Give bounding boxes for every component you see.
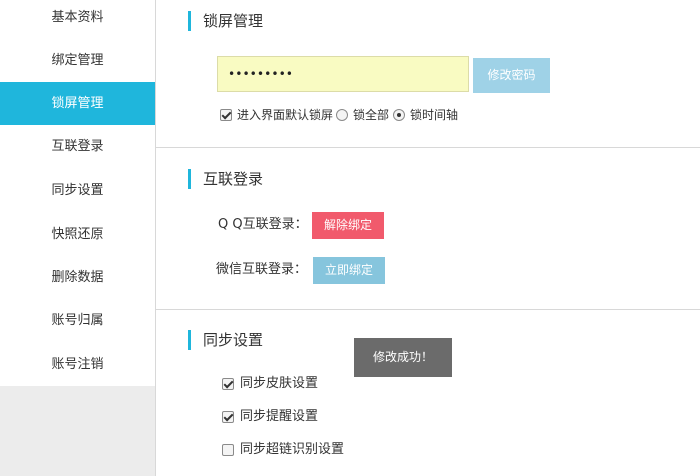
lock-password-input[interactable] <box>217 56 469 92</box>
qq-login-label: Q Q互联登录： <box>218 217 308 232</box>
sync-skin-option[interactable]: 同步皮肤设置 <box>222 375 318 393</box>
sidebar-list: 基本资料 绑定管理 锁屏管理 互联登录 同步设置 快照还原 删除数据 账号归属 … <box>0 0 155 386</box>
change-password-button[interactable]: 修改密码 <box>473 58 550 93</box>
lock-all-radio[interactable] <box>336 109 348 121</box>
wechat-login-label: 微信互联登录： <box>216 262 308 277</box>
section-divider <box>156 147 700 148</box>
sidebar-item-account-cancel[interactable]: 账号注销 <box>0 343 155 386</box>
sync-skin-checkbox[interactable] <box>222 378 234 390</box>
sidebar-item-linked-login[interactable]: 互联登录 <box>0 125 155 168</box>
sidebar-item-sync[interactable]: 同步设置 <box>0 169 155 212</box>
lock-all-option[interactable]: 锁全部 <box>336 107 389 123</box>
lock-timeline-radio[interactable] <box>393 109 405 121</box>
lock-screen-title: 锁屏管理 <box>188 11 263 31</box>
lock-timeline-option[interactable]: 锁时间轴 <box>393 107 458 123</box>
success-toast: 修改成功！ <box>354 338 452 377</box>
default-lock-option[interactable]: 进入界面默认锁屏 <box>220 107 333 123</box>
sidebar: 基本资料 绑定管理 锁屏管理 互联登录 同步设置 快照还原 删除数据 账号归属 … <box>0 0 155 476</box>
default-lock-label: 进入界面默认锁屏 <box>237 108 334 122</box>
linked-login-title: 互联登录 <box>188 169 263 189</box>
default-lock-checkbox[interactable] <box>220 109 232 121</box>
sync-reminder-option[interactable]: 同步提醒设置 <box>222 408 318 426</box>
sidebar-divider <box>155 0 156 476</box>
sidebar-item-binding[interactable]: 绑定管理 <box>0 39 155 82</box>
sync-settings-title: 同步设置 <box>188 330 263 350</box>
sidebar-item-delete-data[interactable]: 删除数据 <box>0 256 155 299</box>
sync-hyperlink-checkbox[interactable] <box>222 444 234 456</box>
sidebar-item-snapshot[interactable]: 快照还原 <box>0 213 155 256</box>
sync-hyperlink-option[interactable]: 同步超链识别设置 <box>222 441 344 459</box>
qq-unbind-button[interactable]: 解除绑定 <box>312 212 384 239</box>
sidebar-item-lock-screen[interactable]: 锁屏管理 <box>0 82 155 125</box>
sync-reminder-checkbox[interactable] <box>222 411 234 423</box>
sidebar-item-profile[interactable]: 基本资料 <box>0 0 155 39</box>
sync-reminder-label: 同步提醒设置 <box>240 409 319 424</box>
lock-all-label: 锁全部 <box>353 108 390 122</box>
wechat-bind-button[interactable]: 立即绑定 <box>313 257 385 284</box>
sidebar-item-account-owner[interactable]: 账号归属 <box>0 299 155 342</box>
section-divider <box>156 309 700 310</box>
lock-timeline-label: 锁时间轴 <box>410 108 459 122</box>
sync-hyperlink-label: 同步超链识别设置 <box>240 442 345 457</box>
sync-skin-label: 同步皮肤设置 <box>240 376 319 391</box>
